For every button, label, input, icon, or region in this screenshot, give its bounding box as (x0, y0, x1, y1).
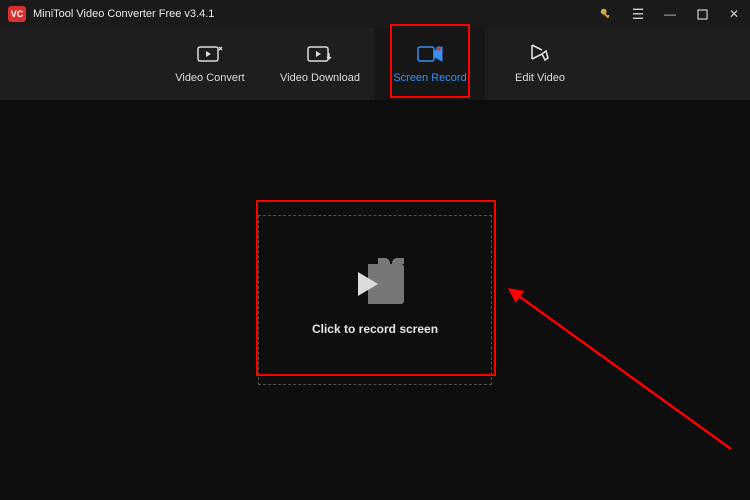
close-button[interactable]: ✕ (726, 6, 742, 22)
app-logo-icon: VC (8, 6, 26, 22)
menu-icon[interactable]: ☰ (630, 6, 646, 22)
tab-label: Edit Video (515, 72, 565, 84)
record-screen-label: Click to record screen (312, 322, 438, 336)
activate-key-icon[interactable] (598, 6, 614, 22)
minimize-button[interactable]: ― (662, 6, 678, 22)
video-download-icon (307, 44, 333, 64)
tab-bar: Video Convert Video Download Screen Reco… (0, 28, 750, 100)
app-title: MiniTool Video Converter Free v3.4.1 (33, 8, 214, 20)
edit-video-icon (527, 44, 553, 64)
maximize-button[interactable] (694, 6, 710, 22)
tab-video-convert[interactable]: Video Convert (155, 28, 265, 100)
video-convert-icon (197, 44, 223, 64)
tab-edit-video[interactable]: Edit Video (485, 28, 595, 100)
tab-label: Video Convert (175, 72, 245, 84)
screen-record-icon (417, 44, 443, 64)
tab-label: Video Download (280, 72, 360, 84)
main-area: Click to record screen (0, 100, 750, 500)
window-buttons: ☰ ― ✕ (598, 6, 742, 22)
tab-video-download[interactable]: Video Download (265, 28, 375, 100)
tab-screen-record[interactable]: Screen Record (375, 28, 485, 100)
titlebar: VC MiniTool Video Converter Free v3.4.1 … (0, 0, 750, 28)
record-screen-button[interactable]: Click to record screen (258, 215, 492, 385)
camera-icon (346, 264, 404, 304)
tab-label: Screen Record (393, 72, 466, 84)
